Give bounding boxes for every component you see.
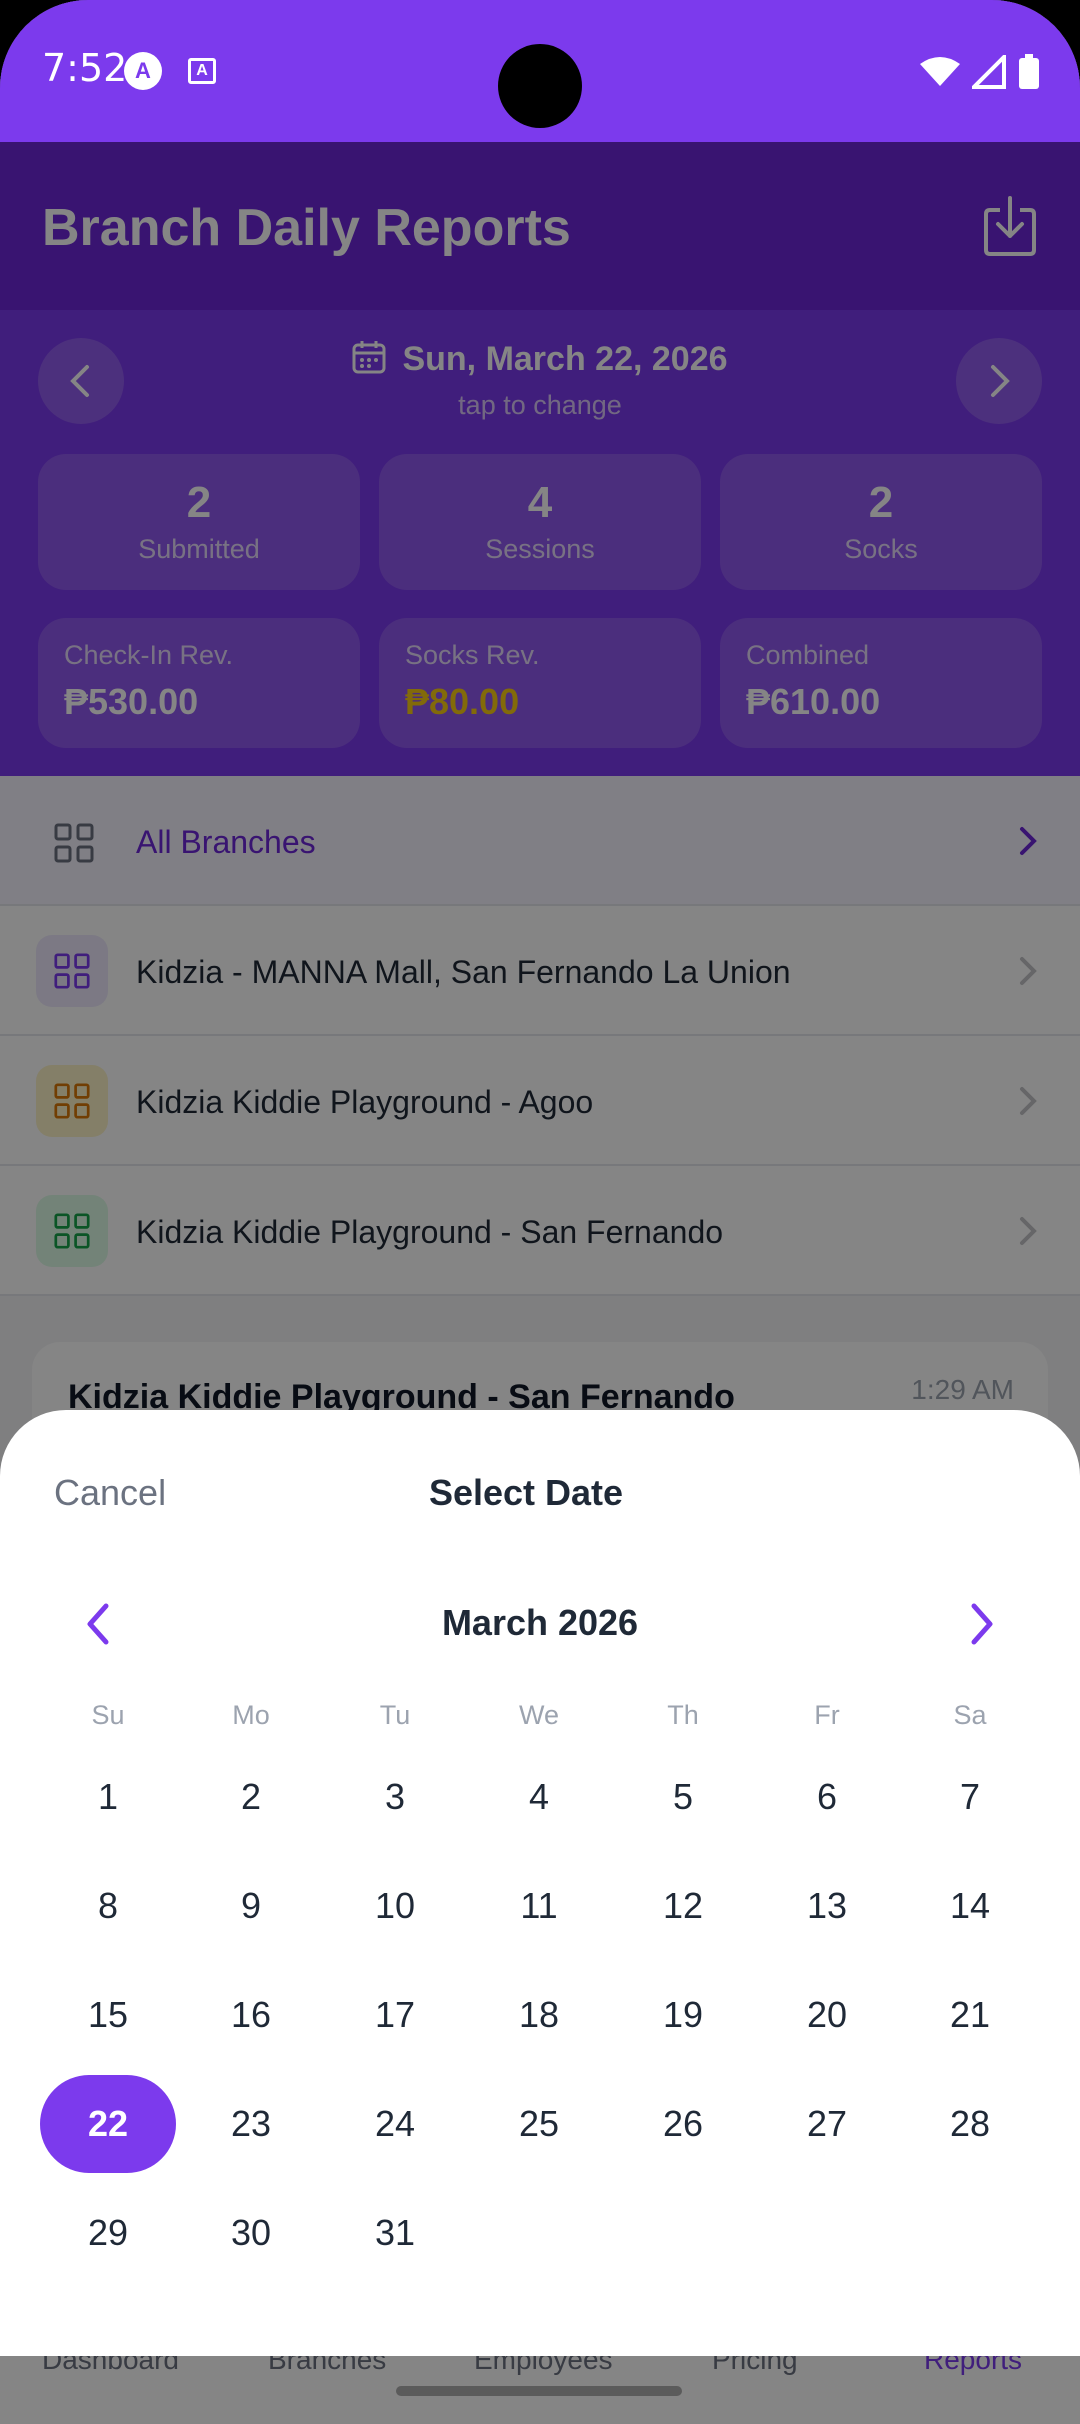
calendar-day[interactable]: 14	[902, 1857, 1038, 1955]
calendar-day[interactable]: 13	[759, 1857, 895, 1955]
calendar-day[interactable]: 6	[759, 1748, 895, 1846]
keyboard-notification-icon: A	[188, 58, 216, 84]
calendar-day[interactable]: 30	[183, 2184, 319, 2282]
sheet-title: Select Date	[428, 1472, 624, 1513]
calendar-day[interactable]: 25	[471, 2075, 607, 2173]
weekday-label: Sa	[953, 1700, 987, 1730]
calendar-day[interactable]: 11	[471, 1857, 607, 1955]
calendar-day[interactable]: 16	[183, 1966, 319, 2064]
weekday-label: Tu	[379, 1700, 411, 1730]
weekday-label: Su	[91, 1700, 125, 1730]
calendar-day[interactable]: 29	[40, 2184, 176, 2282]
battery-icon	[1019, 54, 1039, 89]
calendar-day-selected[interactable]: 22	[40, 2075, 176, 2173]
month-label: March 2026	[441, 1602, 639, 1643]
status-time: 7:52	[42, 46, 128, 90]
screen: 7:52 A A Branch Daily Reports Sun, March…	[0, 0, 1080, 2424]
gesture-bar[interactable]	[396, 2386, 682, 2396]
calendar-day[interactable]: 4	[471, 1748, 607, 1846]
calendar-day[interactable]: 31	[327, 2184, 463, 2282]
weekday-label: Th	[667, 1700, 699, 1730]
calendar-day[interactable]: 27	[759, 2075, 895, 2173]
weekday-label: Fr	[814, 1700, 840, 1730]
calendar-day[interactable]: 1	[40, 1748, 176, 1846]
calendar-day[interactable]: 15	[40, 1966, 176, 2064]
camera-cutout	[498, 44, 582, 128]
calendar-day[interactable]: 10	[327, 1857, 463, 1955]
wifi-icon	[920, 57, 960, 86]
calendar-day[interactable]: 8	[40, 1857, 176, 1955]
status-bar-overlay: 7:52 A A	[0, 0, 1080, 142]
calendar-day[interactable]: 24	[327, 2075, 463, 2173]
calendar-day[interactable]: 19	[615, 1966, 751, 2064]
calendar-day[interactable]: 12	[615, 1857, 751, 1955]
calendar-day[interactable]: 17	[327, 1966, 463, 2064]
app-notification-icon: A	[124, 52, 162, 90]
calendar-day[interactable]: 21	[902, 1966, 1038, 2064]
calendar-day[interactable]: 5	[615, 1748, 751, 1846]
next-month-button[interactable]	[968, 1602, 996, 1646]
calendar-day[interactable]: 23	[183, 2075, 319, 2173]
date-picker-sheet: Cancel Select Date March 2026 Su Mo Tu We Th…	[0, 1410, 1080, 2356]
calendar-day[interactable]: 20	[759, 1966, 895, 2064]
calendar-day[interactable]: 2	[183, 1748, 319, 1846]
calendar-day[interactable]: 3	[327, 1748, 463, 1846]
calendar-day[interactable]: 9	[183, 1857, 319, 1955]
calendar-day[interactable]: 26	[615, 2075, 751, 2173]
weekday-label: We	[518, 1700, 559, 1730]
signal-icon	[972, 55, 1006, 89]
calendar-day[interactable]: 28	[902, 2075, 1038, 2173]
weekday-label: Mo	[232, 1700, 270, 1730]
calendar-day[interactable]: 18	[471, 1966, 607, 2064]
calendar-day[interactable]: 7	[902, 1748, 1038, 1846]
